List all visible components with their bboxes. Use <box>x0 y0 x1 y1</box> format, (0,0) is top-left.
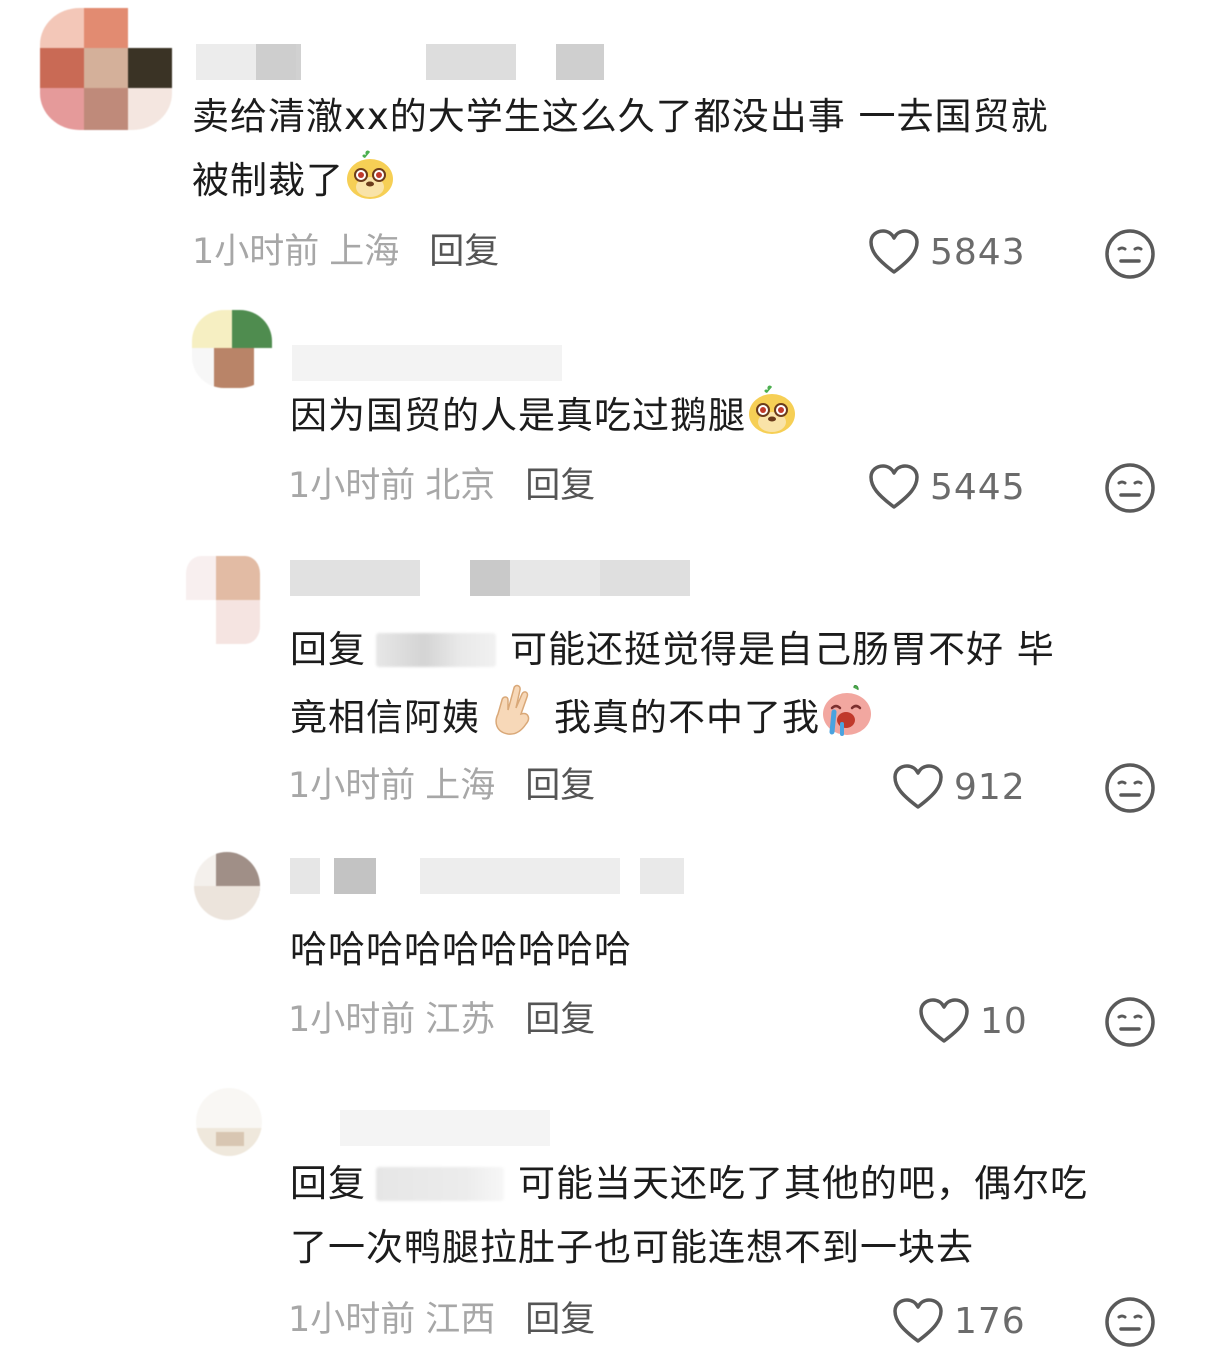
heart-icon <box>893 764 943 809</box>
like-button[interactable]: 5843 <box>868 228 1026 276</box>
avatar[interactable] <box>194 852 260 920</box>
comment-meta: 1小时前 北京 回复 <box>288 466 595 506</box>
heart-icon <box>893 1298 943 1343</box>
reply-button[interactable]: 回复 <box>525 1300 595 1340</box>
like-button[interactable]: 176 <box>892 1297 1026 1345</box>
heart-icon <box>869 464 919 509</box>
dislike-button[interactable] <box>1104 762 1156 818</box>
dislike-button[interactable] <box>1104 996 1156 1052</box>
dislike-button[interactable] <box>1104 228 1156 284</box>
username-blurred[interactable] <box>292 345 562 381</box>
comment-text: 回复 可能还挺觉得是自己肠胃不好 毕 竟相信阿姨 我真的不中了我 <box>290 618 1055 758</box>
dog-face-emoji <box>746 384 798 456</box>
like-button[interactable]: 10 <box>918 997 1028 1045</box>
like-count: 912 <box>954 766 1026 808</box>
meh-face-icon <box>1105 463 1155 513</box>
location: 上海 <box>329 232 400 272</box>
timestamp: 1小时前 <box>192 232 320 272</box>
like-count: 5843 <box>930 231 1026 273</box>
username-blurred[interactable] <box>290 560 700 596</box>
dog-face-emoji <box>344 149 396 221</box>
like-count: 5445 <box>930 466 1026 508</box>
like-count: 10 <box>980 1000 1028 1042</box>
location: 上海 <box>425 766 496 806</box>
avatar[interactable] <box>186 556 260 644</box>
meh-face-icon <box>1105 997 1155 1047</box>
reply-button[interactable]: 回复 <box>525 466 595 506</box>
timestamp: 1小时前 <box>288 1000 416 1040</box>
timestamp: 1小时前 <box>288 1300 416 1340</box>
dislike-button[interactable] <box>1104 1296 1156 1352</box>
avatar[interactable] <box>196 1088 262 1156</box>
crying-face-emoji <box>820 684 874 758</box>
meh-face-icon <box>1105 229 1155 279</box>
comment-text: 回复 可能当天还吃了其他的吧，偶尔吃 了一次鸭腿拉肚子也可能连想不到一块去 <box>290 1162 1088 1269</box>
mention-blurred[interactable] <box>376 1167 504 1201</box>
like-count: 176 <box>954 1300 1026 1342</box>
location: 北京 <box>425 466 496 506</box>
heart-icon <box>869 229 919 274</box>
mention-blurred[interactable] <box>376 633 496 667</box>
like-button[interactable]: 5445 <box>868 463 1026 511</box>
timestamp: 1小时前 <box>288 766 416 806</box>
comment-meta: 1小时前 上海 回复 <box>288 766 595 806</box>
comment-text: 卖给清澈xx的大学生这么久了都没出事 一去国贸就 被制裁了 <box>192 85 1049 221</box>
reply-button[interactable]: 回复 <box>429 232 499 272</box>
heart-icon <box>919 998 969 1043</box>
comment-meta: 1小时前 江苏 回复 <box>288 1000 595 1040</box>
comment-meta: 1小时前 上海 回复 <box>192 232 499 272</box>
reply-prefix: 回复 <box>290 1162 366 1205</box>
avatar[interactable] <box>192 310 272 388</box>
like-button[interactable]: 912 <box>892 763 1026 811</box>
username-blurred[interactable] <box>196 44 606 80</box>
avatar[interactable] <box>40 8 172 130</box>
timestamp: 1小时前 <box>288 466 416 506</box>
reply-button[interactable]: 回复 <box>525 1000 595 1040</box>
comment-text: 哈哈哈哈哈哈哈哈哈 <box>290 928 632 971</box>
reply-button[interactable]: 回复 <box>525 766 595 806</box>
comment-meta: 1小时前 江西 回复 <box>288 1300 595 1340</box>
username-blurred[interactable] <box>340 1110 550 1146</box>
comment-text: 因为国贸的人是真吃过鹅腿 <box>290 384 798 456</box>
meh-face-icon <box>1105 1297 1155 1347</box>
crossed-fingers-emoji <box>488 682 538 758</box>
location: 江苏 <box>425 1000 496 1040</box>
username-blurred[interactable] <box>290 858 690 894</box>
location: 江西 <box>425 1300 496 1340</box>
dislike-button[interactable] <box>1104 462 1156 518</box>
reply-prefix: 回复 <box>290 628 366 671</box>
meh-face-icon <box>1105 763 1155 813</box>
